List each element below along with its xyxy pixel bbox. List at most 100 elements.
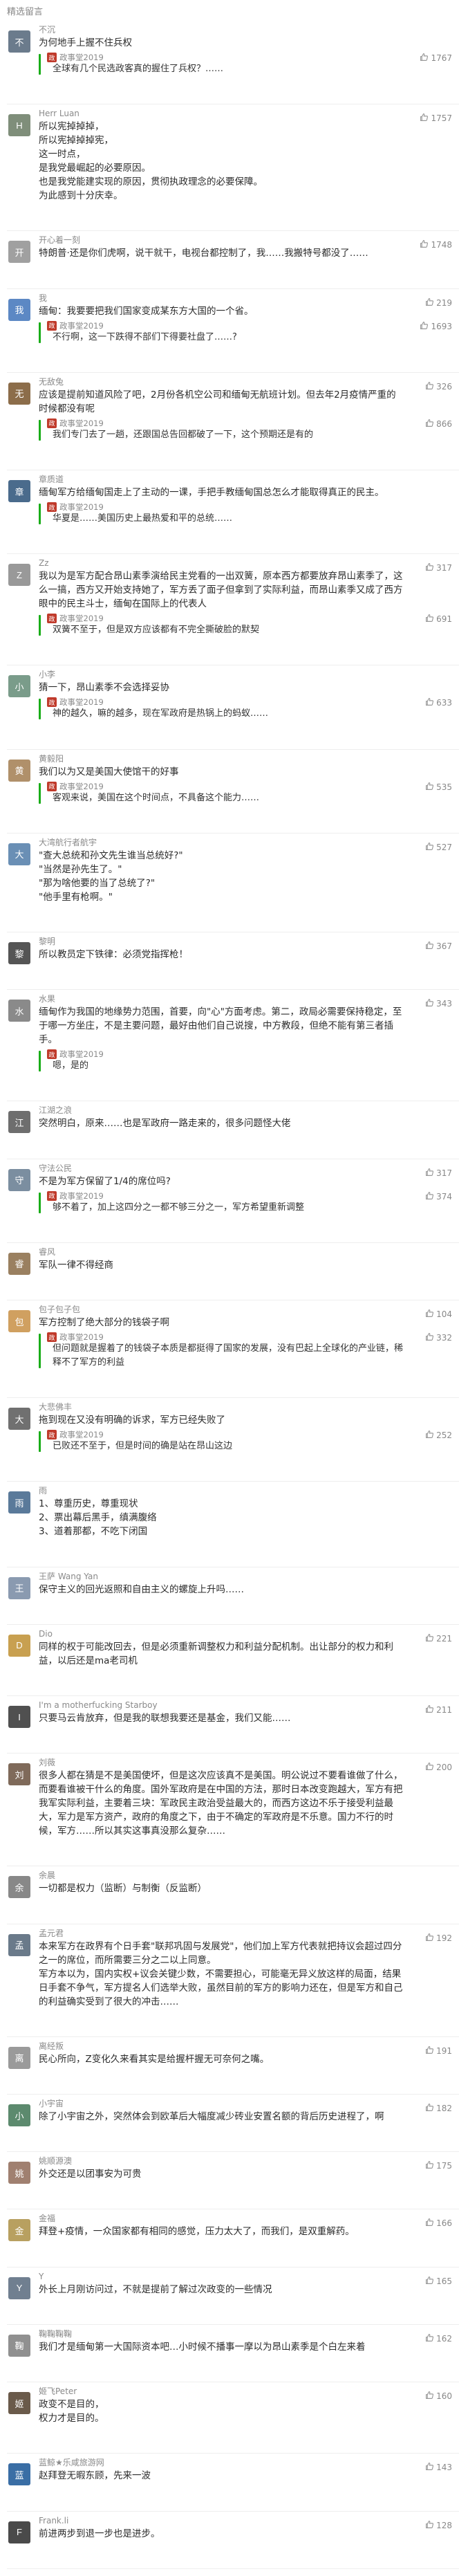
comment-text: 我们以为又是美国大使馆干的好事 bbox=[39, 766, 179, 778]
avatar[interactable]: 黎 bbox=[8, 942, 30, 965]
avatar[interactable]: 姬 bbox=[8, 2392, 30, 2415]
comment-item: 无无敌兔 326 应该是提前知道风险了吧，2月份各机空公司和缅甸无航班计划。但去年2… bbox=[7, 377, 459, 471]
thumbs-up-icon bbox=[425, 2391, 434, 2402]
like-button[interactable]: 182 bbox=[425, 2103, 452, 2114]
avatar[interactable]: 蓝 bbox=[8, 2463, 30, 2486]
avatar[interactable]: 不 bbox=[8, 30, 30, 53]
reply-header: 政政事堂2019 374 bbox=[43, 1190, 452, 1202]
comment-item: 离离经叛 191 民心所向，Z变化久来看其实是给握杆握无可奈何之嘴。 bbox=[7, 2041, 459, 2095]
avatar[interactable]: 黄 bbox=[8, 759, 30, 782]
thumbs-up-icon bbox=[425, 381, 434, 392]
reply-like-count: 633 bbox=[436, 698, 452, 708]
avatar[interactable]: 章 bbox=[8, 480, 30, 503]
reply-like-button[interactable]: 866 bbox=[425, 418, 452, 430]
thumbs-up-icon bbox=[425, 2276, 434, 2287]
like-button[interactable]: 165 bbox=[425, 2276, 452, 2287]
avatar[interactable]: 我 bbox=[8, 298, 30, 321]
commenter-name: 姬飞Peter bbox=[39, 2386, 77, 2397]
comment-text: 为何地手上握不住兵权 bbox=[39, 37, 132, 48]
avatar[interactable]: Y bbox=[8, 2276, 30, 2299]
avatar[interactable]: 余 bbox=[8, 1876, 30, 1899]
reply-like-button[interactable]: 332 bbox=[425, 1332, 452, 1343]
reply-like-button[interactable]: 535 bbox=[425, 782, 452, 793]
reply-like-button[interactable]: 691 bbox=[425, 614, 452, 625]
like-button[interactable]: 104 bbox=[425, 1309, 452, 1320]
avatar[interactable]: 孟 bbox=[8, 1933, 30, 1956]
comment-item: 我我 219 缅甸：我要要把我们国家变成某东方大国的一个省。政政事堂2019 1693… bbox=[7, 293, 459, 373]
like-button[interactable]: 367 bbox=[425, 941, 452, 952]
author-name: 政事堂2019 bbox=[59, 418, 104, 428]
avatar[interactable]: 小 bbox=[8, 2104, 30, 2127]
like-button[interactable]: 166 bbox=[425, 2218, 452, 2229]
avatar[interactable]: 离 bbox=[8, 2046, 30, 2069]
like-button[interactable]: 162 bbox=[425, 2333, 452, 2344]
thumbs-up-icon bbox=[425, 998, 434, 1009]
avatar[interactable]: 雨 bbox=[8, 1491, 30, 1514]
commenter-name: 水果 bbox=[39, 994, 56, 1004]
like-button[interactable]: 527 bbox=[425, 842, 452, 853]
like-button[interactable]: 1757 bbox=[420, 113, 452, 124]
like-button[interactable]: 192 bbox=[425, 1933, 452, 1944]
avatar[interactable]: I bbox=[8, 1706, 30, 1729]
reply-text: 但问题就是握着了的钱袋子本质是都挺得了国家的发展，没有巴起上全球化的产业链，稀释… bbox=[53, 1343, 404, 1368]
like-button[interactable]: 317 bbox=[425, 562, 452, 573]
thumbs-up-icon bbox=[425, 1168, 434, 1179]
avatar[interactable]: 王 bbox=[8, 1576, 30, 1599]
author-reply: 政政事堂2019 633 神的越久，嘛的越多，现在军政府是热锅上的蚂蚁…… bbox=[39, 697, 452, 721]
reply-like-button[interactable]: 1767 bbox=[420, 53, 452, 64]
commenter-name: 黄毅阳 bbox=[39, 753, 64, 764]
reply-like-button[interactable]: 252 bbox=[425, 1430, 452, 1441]
like-button[interactable]: 221 bbox=[425, 1633, 452, 1644]
author-avatar: 政 bbox=[47, 1332, 57, 1343]
avatar[interactable]: 金 bbox=[8, 2219, 30, 2242]
like-button[interactable]: 317 bbox=[425, 1168, 452, 1179]
avatar[interactable]: 小 bbox=[8, 675, 30, 698]
avatar[interactable]: 大 bbox=[8, 1408, 30, 1430]
avatar[interactable]: H bbox=[8, 114, 30, 137]
thumbs-up-icon bbox=[425, 697, 434, 708]
reply-like-button[interactable]: 633 bbox=[425, 697, 452, 708]
like-button[interactable]: 1748 bbox=[420, 239, 452, 250]
reply-bar bbox=[39, 1334, 41, 1369]
avatar[interactable]: 无 bbox=[8, 382, 30, 405]
like-count: 182 bbox=[436, 2104, 452, 2114]
comment-text: 只要马云肯放弃，但是我的联想我要还是基金，我们又能…… bbox=[39, 1713, 291, 1724]
like-button[interactable]: 143 bbox=[425, 2462, 452, 2473]
like-button[interactable]: 326 bbox=[425, 381, 452, 392]
avatar[interactable]: 开 bbox=[8, 241, 30, 264]
like-button[interactable]: 219 bbox=[425, 297, 452, 309]
avatar[interactable]: 水 bbox=[8, 1000, 30, 1022]
comments-page: 精选留言 不不沉 为何地手上握不住兵权政政事堂2019 1767 全球有几个民选政客真… bbox=[0, 0, 459, 2576]
reply-like-button[interactable]: 1693 bbox=[420, 321, 452, 332]
comment-item: 鞠鞠鞠鞠鞠 162 我们才是缅甸第一大国际资本吧…小时候不播事一摩以为昂山素季是个白… bbox=[7, 2329, 459, 2383]
like-button[interactable]: 175 bbox=[425, 2160, 452, 2171]
reply-like-button[interactable]: 374 bbox=[425, 1191, 452, 1202]
avatar[interactable]: D bbox=[8, 1634, 30, 1657]
reply-header: 政政事堂2019 866 bbox=[43, 418, 452, 430]
avatar[interactable]: 大 bbox=[8, 843, 30, 865]
avatar[interactable]: 守 bbox=[8, 1168, 30, 1191]
comment-item: 刘刘薇 200 很多人都在猜是不是美国使坏，但是这次应该真不是美国。明公说过不要看谁… bbox=[7, 1758, 459, 1867]
like-button[interactable]: 128 bbox=[425, 2520, 452, 2531]
commenter-name: 王萨 Wang Yan bbox=[39, 1571, 98, 1581]
like-button[interactable]: 343 bbox=[425, 998, 452, 1009]
avatar[interactable]: 姚 bbox=[8, 2162, 30, 2184]
like-button[interactable]: 200 bbox=[425, 1762, 452, 1773]
avatar[interactable]: F bbox=[8, 2521, 30, 2543]
comment-item: 王王萨 Wang Yan 保守主义的回光返照和自由主义的螺旋上升吗…… bbox=[7, 1572, 459, 1625]
like-count: 1748 bbox=[431, 240, 452, 250]
reply-header: 政政事堂2019 633 bbox=[43, 697, 452, 708]
author-reply: 政政事堂2019 华夏是……美国历史上最热爱和平的总统…… bbox=[39, 502, 452, 526]
avatar[interactable]: 睿 bbox=[8, 1252, 30, 1275]
comment-item: 水水果 343 缅甸作为我国的地缘势力范围，首要，向"心"方面考虑。第二，政局必需要… bbox=[7, 994, 459, 1102]
like-button[interactable]: 160 bbox=[425, 2391, 452, 2402]
avatar[interactable]: 江 bbox=[8, 1111, 30, 1134]
like-button[interactable]: 191 bbox=[425, 2045, 452, 2057]
author-avatar: 政 bbox=[47, 697, 57, 708]
avatar[interactable]: 刘 bbox=[8, 1763, 30, 1786]
avatar[interactable]: 包 bbox=[8, 1310, 30, 1333]
avatar[interactable]: Z bbox=[8, 564, 30, 587]
like-button[interactable]: 211 bbox=[425, 1704, 452, 1715]
like-count: 162 bbox=[436, 2333, 452, 2344]
avatar[interactable]: 鞠 bbox=[8, 2334, 30, 2357]
